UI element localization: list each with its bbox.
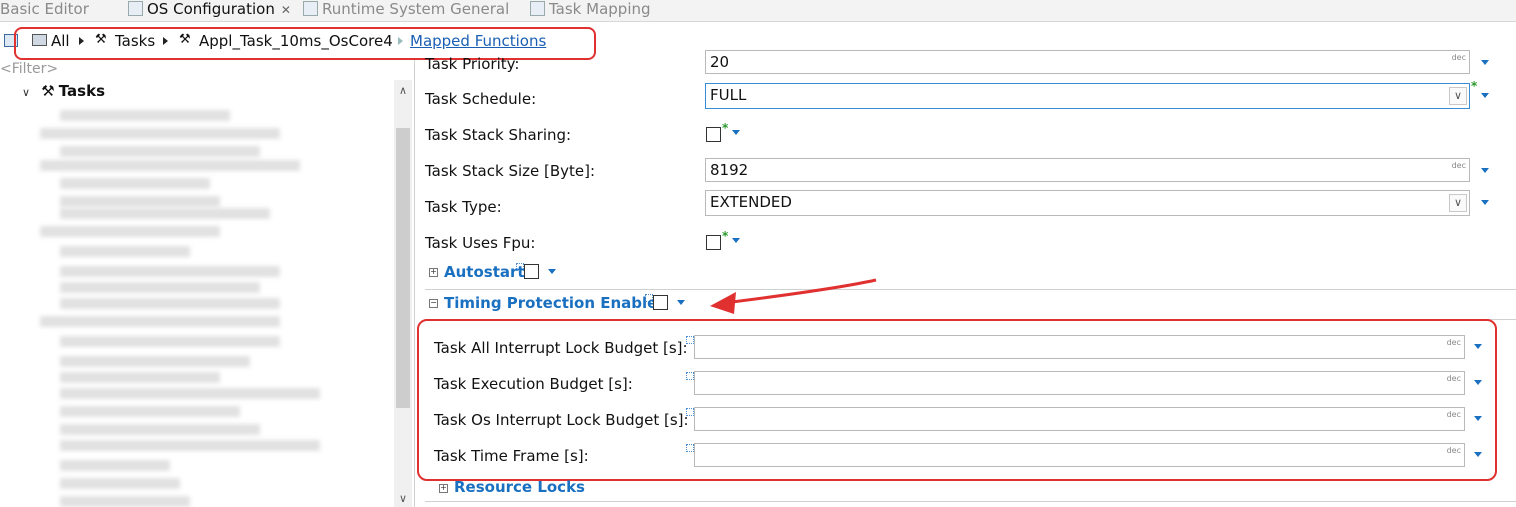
tree-root-tasks[interactable]: ∨ ⚒ Tasks xyxy=(22,82,105,100)
filter-input[interactable]: <Filter> xyxy=(0,61,58,77)
section-resource-locks[interactable]: Resource Locks xyxy=(454,478,585,496)
dropdown-caret-icon[interactable] xyxy=(677,300,685,305)
dropdown-caret-icon[interactable] xyxy=(1481,200,1489,205)
scroll-thumb[interactable] xyxy=(396,128,410,408)
dropdown-caret-icon[interactable] xyxy=(1474,344,1482,349)
stack-sharing-checkbox[interactable] xyxy=(706,127,721,142)
dropdown-caret-icon[interactable] xyxy=(1474,452,1482,457)
time-frame-field[interactable]: dec xyxy=(694,443,1465,467)
dropdown-caret-icon[interactable] xyxy=(1481,168,1489,173)
modified-star-icon: * xyxy=(1471,79,1478,93)
section-timing-protection[interactable]: Timing Protection Enabled xyxy=(444,294,668,312)
runtime-icon xyxy=(303,1,318,16)
label-task-stack-size: Task Stack Size [Byte]: xyxy=(425,162,596,180)
task-mapping-icon xyxy=(530,1,545,16)
tab-os-configuration[interactable]: OS Configuration ✕ xyxy=(128,0,291,21)
uses-fpu-checkbox[interactable] xyxy=(706,235,721,250)
expand-plus-icon[interactable]: + xyxy=(429,268,438,277)
info-marker-icon xyxy=(686,372,694,380)
os-config-icon xyxy=(128,1,143,16)
info-marker-icon xyxy=(645,294,653,302)
task-schedule-select[interactable]: FULL ∨ xyxy=(705,83,1470,109)
label-execution-budget: Task Execution Budget [s]: xyxy=(434,375,633,393)
scroll-up-icon[interactable]: ∧ xyxy=(398,84,408,97)
select-chevron-down-icon[interactable]: ∨ xyxy=(1449,194,1467,212)
all-interrupt-lock-budget-field[interactable]: dec xyxy=(694,335,1465,359)
label-task-schedule: Task Schedule: xyxy=(425,90,537,108)
tab-runtime-system-general[interactable]: Runtime System General xyxy=(303,0,509,21)
dec-indicator: dec xyxy=(1451,161,1466,170)
close-icon[interactable]: ✕ xyxy=(281,3,291,17)
hammer-icon: ⚒ xyxy=(41,82,55,100)
autostart-checkbox[interactable] xyxy=(524,264,539,279)
collapse-minus-icon[interactable]: − xyxy=(429,299,438,308)
annotation-arrow xyxy=(710,278,877,314)
info-marker-icon xyxy=(686,336,694,344)
label-task-type: Task Type: xyxy=(425,198,502,216)
task-priority-field[interactable]: 20 dec xyxy=(705,50,1470,74)
label-all-interrupt-lock-budget: Task All Interrupt Lock Budget [s]: xyxy=(434,339,688,357)
expand-plus-icon[interactable]: + xyxy=(439,484,448,493)
chevron-down-icon[interactable]: ∨ xyxy=(22,86,30,99)
dec-indicator: dec xyxy=(1451,53,1466,62)
section-autostart[interactable]: Autostart xyxy=(444,263,525,281)
task-type-select[interactable]: EXTENDED ∨ xyxy=(705,190,1470,216)
os-interrupt-lock-budget-field[interactable]: dec xyxy=(694,407,1465,431)
dropdown-caret-icon[interactable] xyxy=(548,269,556,274)
modified-star-icon: * xyxy=(722,121,729,135)
label-task-stack-sharing: Task Stack Sharing: xyxy=(425,126,572,144)
dropdown-caret-icon[interactable] xyxy=(1481,93,1489,98)
info-marker-icon xyxy=(516,263,524,271)
info-marker-icon xyxy=(686,408,694,416)
dropdown-caret-icon[interactable] xyxy=(1474,380,1482,385)
tab-task-mapping[interactable]: Task Mapping xyxy=(530,0,651,21)
tree-scrollbar[interactable]: ∧ ∨ xyxy=(394,80,412,507)
timing-protection-checkbox[interactable] xyxy=(653,295,668,310)
editor-tab-bar: Basic Editor OS Configuration ✕ Runtime S… xyxy=(0,0,1516,22)
label-task-priority: Task Priority: xyxy=(425,55,520,73)
tab-basic-editor[interactable]: Basic Editor xyxy=(0,0,89,21)
select-chevron-down-icon[interactable]: ∨ xyxy=(1449,87,1467,105)
label-os-interrupt-lock-budget: Task Os Interrupt Lock Budget [s]: xyxy=(434,411,689,429)
info-marker-icon xyxy=(686,444,694,452)
dropdown-caret-icon[interactable] xyxy=(732,130,740,135)
task-stack-size-field[interactable]: 8192 dec xyxy=(705,158,1470,182)
label-time-frame: Task Time Frame [s]: xyxy=(434,447,589,465)
label-task-uses-fpu: Task Uses Fpu: xyxy=(425,234,536,252)
dropdown-caret-icon[interactable] xyxy=(732,238,740,243)
execution-budget-field[interactable]: dec xyxy=(694,371,1465,395)
dropdown-caret-icon[interactable] xyxy=(1481,60,1489,65)
dropdown-caret-icon[interactable] xyxy=(1474,416,1482,421)
scroll-down-icon[interactable]: ∨ xyxy=(398,492,408,505)
modified-star-icon: * xyxy=(722,229,729,243)
